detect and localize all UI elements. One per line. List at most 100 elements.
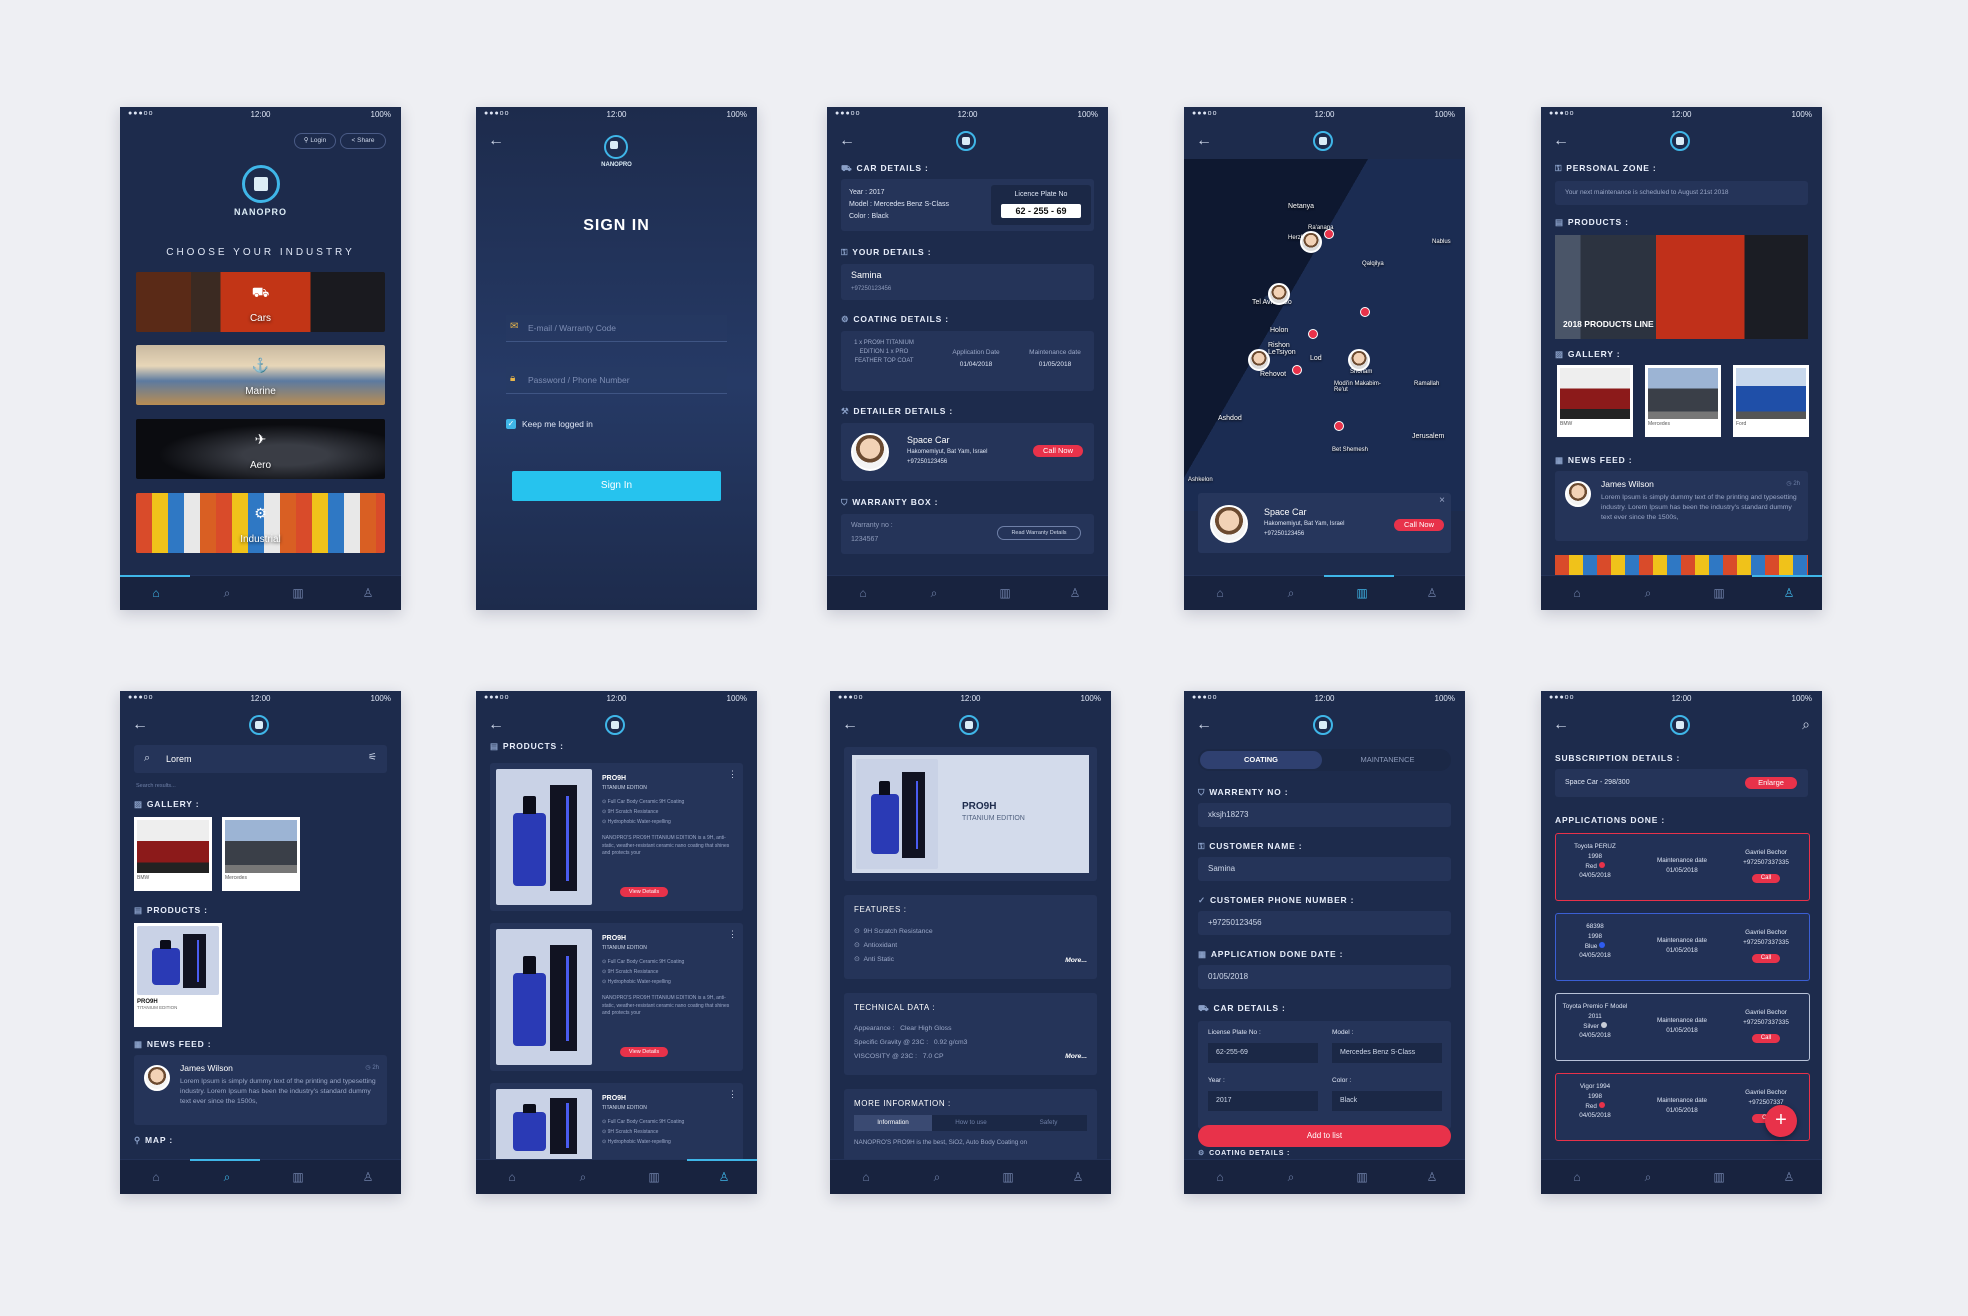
email-field[interactable]: ✉ E-mail / Warranty Code [506,315,727,342]
map-pin[interactable] [1360,307,1370,317]
home-icon[interactable]: ⌂ [504,1170,520,1184]
industry-card-industrial[interactable]: ⚙ Industrial [136,493,385,553]
map-view[interactable]: Netanya Tel Aviv-Yafo Holon Rishon LeTsi… [1184,159,1465,511]
products-banner[interactable]: 2018 PRODUCTS LINE [1555,235,1808,339]
share-button[interactable]: < Share [340,133,386,149]
year-field[interactable]: 2017 [1208,1091,1318,1111]
back-arrow-icon[interactable]: ← [488,717,504,733]
detailer-map-pin[interactable] [1268,283,1290,305]
call-now-button[interactable]: Call Now [1394,519,1444,531]
more-options-icon[interactable]: ⋮ [728,929,737,940]
search-icon[interactable]: ⌕ [219,1170,235,1184]
product-card[interactable]: ⋮ PRO9H TITANIUM EDITION ⊙ Full Car Body… [490,1083,743,1161]
sign-in-button[interactable]: Sign In [512,471,721,501]
add-fab-button[interactable]: + [1765,1105,1797,1137]
filter-icon[interactable]: ⚟ [368,752,377,763]
application-card[interactable]: Toyota Premio F Model 2011 Silver 04/05/20… [1555,993,1810,1061]
call-now-button[interactable]: Call Now [1033,445,1083,457]
back-arrow-icon[interactable]: ← [132,717,148,733]
warranty-number-field[interactable]: xksjh18273 [1198,803,1451,827]
application-date-field[interactable]: 01/05/2018 [1198,965,1451,989]
view-details-button[interactable]: View Details [620,1047,668,1057]
gallery-item[interactable]: Mercedes [222,817,300,891]
application-card[interactable]: Toyota PERUZ 1998 Red 04/05/2018 Maintenan… [1555,833,1810,901]
home-icon[interactable]: ⌂ [858,1170,874,1184]
more-link[interactable]: More... [1065,1053,1087,1060]
tab-safety[interactable]: Safety [1010,1115,1087,1131]
gallery-item[interactable]: Mercedes [1645,365,1721,437]
industry-card-marine[interactable]: ⚓ Marine [136,345,385,405]
enlarge-button[interactable]: Enlarge [1745,777,1797,789]
shop-icon[interactable]: ▥ [290,586,306,600]
map-pin[interactable] [1334,421,1344,431]
customer-phone-field[interactable]: +97250123456 [1198,911,1451,935]
map-pin[interactable] [1292,365,1302,375]
profile-icon[interactable]: ♙ [1067,586,1083,600]
login-button[interactable]: ⚲ Login [294,133,336,149]
detailer-map-pin[interactable] [1300,231,1322,253]
profile-icon[interactable]: ♙ [1781,1170,1797,1184]
map-popup-card[interactable]: × Space Car Hakomemiyut, Bat Yam, Israel… [1198,493,1451,553]
more-options-icon[interactable]: ⋮ [728,769,737,780]
plate-field[interactable]: 62-255-69 [1208,1043,1318,1063]
search-icon[interactable]: ⌕ [1283,586,1299,600]
map-pin[interactable] [1308,329,1318,339]
back-arrow-icon[interactable]: ← [842,717,858,733]
product-card[interactable]: ⋮ PRO9H TITANIUM EDITION ⊙ Full Car Body… [490,763,743,911]
shop-icon[interactable]: ▥ [997,586,1013,600]
home-icon[interactable]: ⌂ [1569,586,1585,600]
detailer-map-pin[interactable] [1248,349,1270,371]
search-icon[interactable]: ⌕ [1640,586,1656,600]
search-icon[interactable]: ⌕ [926,586,942,600]
back-arrow-icon[interactable]: ← [1553,133,1569,149]
shop-icon[interactable]: ▥ [1354,1170,1370,1184]
shop-icon[interactable]: ▥ [1000,1170,1016,1184]
back-arrow-icon[interactable]: ← [488,133,504,149]
tab-how-to-use[interactable]: How to use [932,1115,1010,1131]
call-button[interactable]: Call [1752,874,1780,883]
gallery-item[interactable]: BMW [1557,365,1633,437]
close-icon[interactable]: × [1439,495,1445,506]
home-icon[interactable]: ⌂ [148,1170,164,1184]
search-icon[interactable]: ⌕ [929,1170,945,1184]
home-icon[interactable]: ⌂ [1569,1170,1585,1184]
shop-icon[interactable]: ▥ [290,1170,306,1184]
tab-coating[interactable]: COATING [1200,751,1322,769]
customer-name-field[interactable]: Samina [1198,857,1451,881]
call-button[interactable]: Call [1752,1034,1780,1043]
profile-icon[interactable]: ♙ [1781,586,1797,600]
detailer-map-pin[interactable] [1348,349,1370,371]
shop-icon[interactable]: ▥ [1354,586,1370,600]
application-card[interactable]: 68398 1998 Blue 04/05/2018 Maintenance dat… [1555,913,1810,981]
back-arrow-icon[interactable]: ← [839,133,855,149]
profile-icon[interactable]: ♙ [1070,1170,1086,1184]
home-icon[interactable]: ⌂ [148,586,164,600]
model-field[interactable]: Mercedes Benz S-Class [1332,1043,1442,1063]
home-icon[interactable]: ⌂ [1212,1170,1228,1184]
profile-icon[interactable]: ♙ [360,1170,376,1184]
search-icon[interactable]: ⌕ [1802,716,1810,733]
tab-maintenance[interactable]: MAINTANENCE [1326,751,1449,769]
search-icon[interactable]: ⌕ [219,586,235,600]
more-options-icon[interactable]: ⋮ [728,1089,737,1100]
product-item[interactable]: PRO9H TITANIUM EDITION [134,923,222,1027]
color-field[interactable]: Black [1332,1091,1442,1111]
gallery-item[interactable]: Ford [1733,365,1809,437]
search-icon[interactable]: ⌕ [1283,1170,1299,1184]
industry-card-aero[interactable]: ✈ Aero [136,419,385,479]
keep-logged-in-checkbox[interactable]: ✓ [506,419,516,429]
profile-icon[interactable]: ♙ [716,1170,732,1184]
view-details-button[interactable]: View Details [620,887,668,897]
product-card[interactable]: ⋮ PRO9H TITANIUM EDITION ⊙ Full Car Body… [490,923,743,1071]
map-pin[interactable] [1324,229,1334,239]
gallery-item[interactable]: BMW [134,817,212,891]
back-arrow-icon[interactable]: ← [1553,717,1569,733]
search-input[interactable]: ⌕ Lorem ⚟ [134,745,387,773]
add-to-list-button[interactable]: Add to list [1198,1125,1451,1147]
read-warranty-button[interactable]: Read Warranty Details [997,526,1081,540]
shop-icon[interactable]: ▥ [1711,1170,1727,1184]
back-arrow-icon[interactable]: ← [1196,133,1212,149]
profile-icon[interactable]: ♙ [1424,1170,1440,1184]
back-arrow-icon[interactable]: ← [1196,717,1212,733]
password-field[interactable]: 🔒︎ Password / Phone Number [506,367,727,394]
